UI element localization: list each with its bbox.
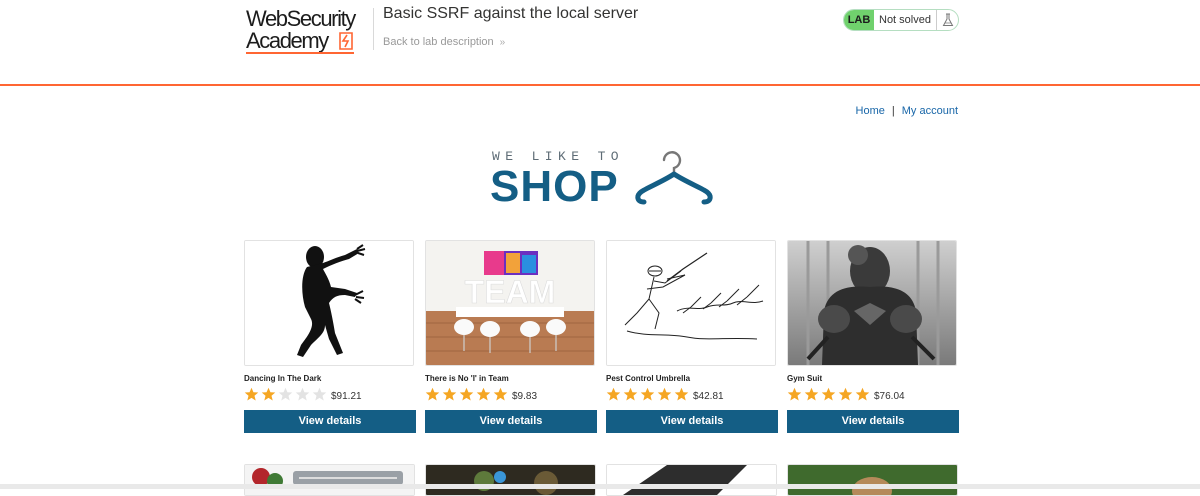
product-image-partial	[606, 464, 777, 496]
product-name: Gym Suit	[787, 374, 823, 383]
double-chevron-right-icon: »	[499, 37, 506, 48]
product-image-gym-suit	[787, 240, 957, 366]
academy-logo-mark-icon	[339, 32, 353, 50]
rating-stars: $42.81	[606, 386, 724, 402]
header-accent-rule	[0, 84, 1200, 86]
rating-stars: $91.21	[244, 386, 362, 402]
star-filled-icon	[787, 387, 802, 400]
product-image-umbrella	[606, 240, 776, 366]
star-filled-icon	[261, 387, 276, 400]
product-price: $42.81	[693, 390, 724, 402]
star-empty-icon	[312, 387, 327, 400]
star-filled-icon	[493, 387, 508, 400]
product-image-team: TEAM	[425, 240, 595, 366]
product-price: $76.04	[874, 390, 905, 402]
star-filled-icon	[838, 387, 853, 400]
lab-badge: LAB	[844, 10, 874, 30]
star-empty-icon	[278, 387, 293, 400]
product-image-partial	[425, 464, 596, 496]
my-account-link[interactable]: My account	[902, 105, 958, 117]
svg-text:TEAM: TEAM	[465, 274, 556, 310]
view-details-button[interactable]: View details	[787, 410, 959, 433]
star-empty-icon	[295, 387, 310, 400]
view-details-button[interactable]: View details	[244, 410, 416, 433]
rating-stars: $76.04	[787, 386, 905, 402]
home-link[interactable]: Home	[856, 105, 885, 117]
header-divider	[373, 8, 374, 50]
back-link-label: Back to lab description	[383, 36, 494, 48]
horizontal-scrollbar[interactable]	[0, 484, 1200, 489]
rating-stars: $9.83	[425, 386, 537, 402]
product-price: $91.21	[331, 390, 362, 402]
star-filled-icon	[657, 387, 672, 400]
star-filled-icon	[425, 387, 440, 400]
star-filled-icon	[606, 387, 621, 400]
star-filled-icon	[459, 387, 474, 400]
lab-status-widget: LAB Not solved	[843, 9, 959, 31]
logo-line-2: Academy	[246, 28, 329, 53]
logo-underline	[246, 52, 354, 54]
product-name: There is No 'I' in Team	[425, 374, 509, 383]
flask-icon	[936, 10, 958, 30]
star-filled-icon	[623, 387, 638, 400]
star-filled-icon	[855, 387, 870, 400]
star-filled-icon	[804, 387, 819, 400]
star-filled-icon	[821, 387, 836, 400]
product-image-partial	[787, 464, 958, 496]
logo-line-1: WebSecurity	[246, 6, 356, 31]
product-name: Dancing In The Dark	[244, 374, 322, 383]
view-details-button[interactable]: View details	[606, 410, 778, 433]
back-to-lab-description-link[interactable]: Back to lab description »	[383, 36, 505, 48]
lab-title: Basic SSRF against the local server	[383, 5, 639, 22]
product-image-dancing	[244, 240, 414, 366]
star-filled-icon	[244, 387, 259, 400]
banner-title: SHOP	[490, 162, 619, 211]
nav-separator: |	[891, 105, 895, 117]
view-details-button[interactable]: View details	[425, 410, 597, 433]
product-name: Pest Control Umbrella	[606, 374, 691, 383]
star-filled-icon	[674, 387, 689, 400]
shop-banner: WE LIKE TO SHOP	[490, 148, 715, 212]
clothes-hanger-icon	[635, 151, 713, 205]
academy-header: WebSecurity Academy Basic SSRF against t…	[0, 0, 1200, 86]
product-price: $9.83	[512, 390, 538, 402]
star-filled-icon	[442, 387, 457, 400]
star-filled-icon	[476, 387, 491, 400]
web-security-academy-logo[interactable]: WebSecurity Academy	[246, 8, 372, 54]
shop-nav: Home | My account	[856, 105, 958, 117]
product-image-partial	[244, 464, 415, 496]
star-filled-icon	[640, 387, 655, 400]
lab-status-text: Not solved	[879, 14, 931, 26]
